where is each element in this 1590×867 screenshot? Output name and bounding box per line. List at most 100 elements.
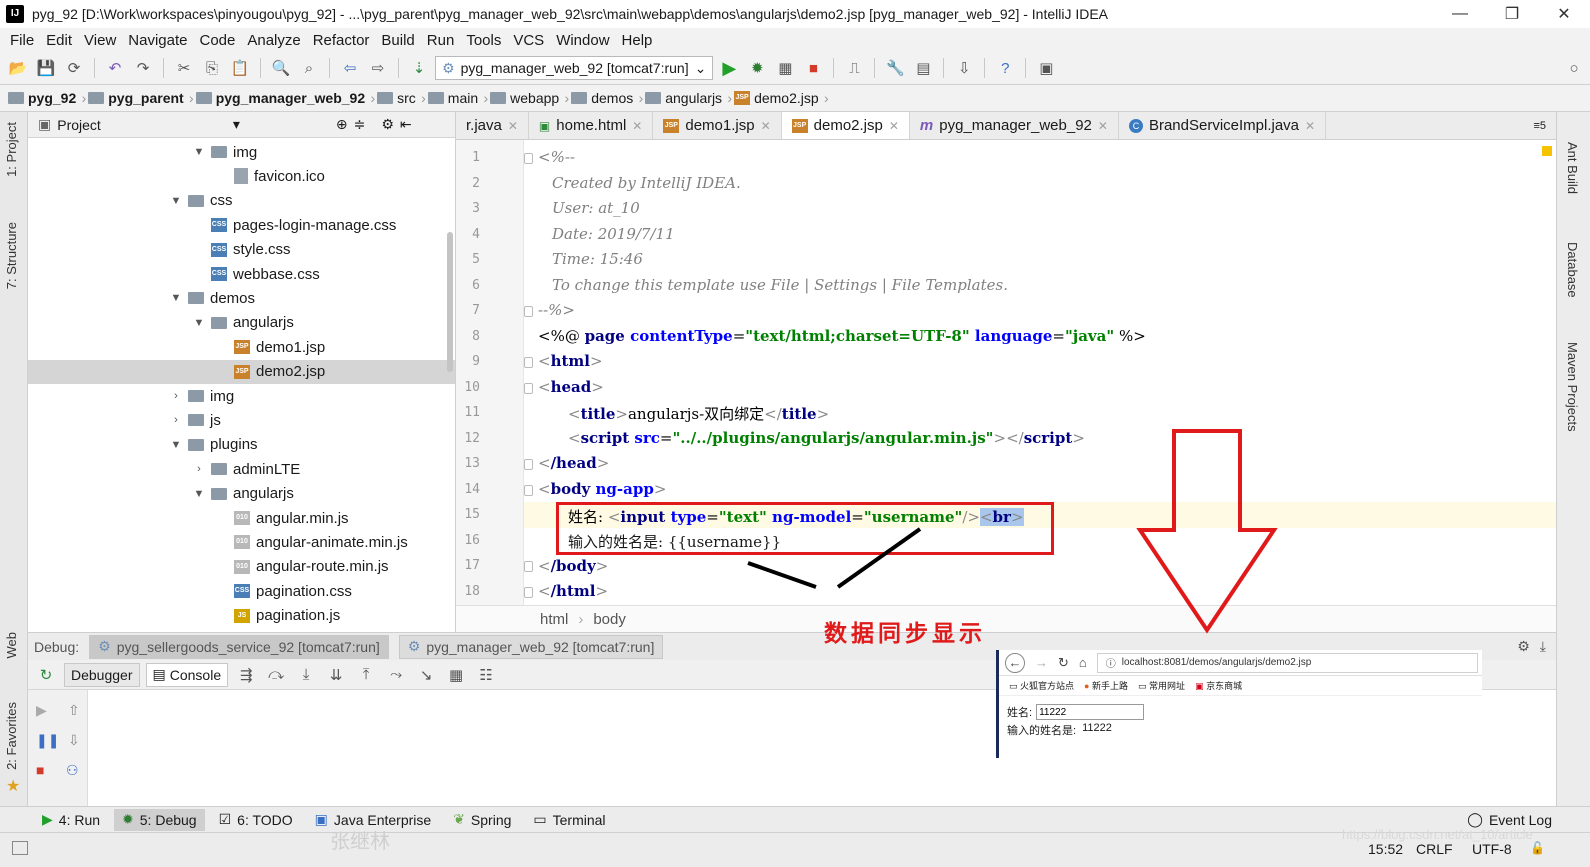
editor-crumb-html[interactable]: html bbox=[540, 611, 568, 628]
cut-icon[interactable]: ✂ bbox=[172, 56, 196, 80]
hide-panel-icon[interactable]: ⤓ bbox=[1540, 638, 1546, 655]
chevron-down-icon[interactable]: ▼ bbox=[170, 292, 182, 304]
coverage-icon[interactable]: ▦ bbox=[773, 56, 797, 80]
debug-icon[interactable]: ✹ bbox=[745, 56, 769, 80]
menu-window[interactable]: Window bbox=[556, 32, 609, 49]
resume-icon[interactable]: ▶ bbox=[36, 702, 47, 719]
step-over-icon[interactable]: ⤼ bbox=[264, 663, 288, 687]
debugger-tab[interactable]: Debugger bbox=[64, 662, 140, 687]
menu-help[interactable]: Help bbox=[622, 32, 653, 49]
menu-refactor[interactable]: Refactor bbox=[313, 32, 370, 49]
force-step-into-icon[interactable]: ⇊ bbox=[324, 663, 348, 687]
reload-icon[interactable]: ↻ bbox=[1058, 655, 1069, 671]
tree-file-item[interactable]: JS pagination.js bbox=[28, 604, 455, 628]
fold-marker-icon[interactable] bbox=[524, 382, 533, 394]
editor-tab[interactable]: JSP demo1.jsp ✕ bbox=[653, 112, 782, 139]
rerun-icon[interactable]: ↻ bbox=[34, 663, 58, 687]
breadcrumb-item[interactable]: webapp bbox=[490, 90, 571, 106]
run-icon[interactable]: ▶ bbox=[717, 56, 741, 80]
fold-marker-icon[interactable] bbox=[524, 484, 533, 496]
breadcrumb-item[interactable]: JSP demo2.jsp bbox=[734, 90, 831, 106]
evaluate-icon[interactable]: ▦ bbox=[444, 663, 468, 687]
help-icon[interactable]: ? bbox=[993, 56, 1017, 80]
warning-marker[interactable] bbox=[1542, 146, 1552, 156]
chevron-right-icon[interactable]: › bbox=[170, 390, 182, 402]
tree-file-item[interactable]: favicon.ico bbox=[28, 164, 455, 188]
sdk-icon[interactable]: ⇩ bbox=[952, 56, 976, 80]
name-input[interactable] bbox=[1036, 704, 1145, 720]
step-into-icon[interactable]: ⤓ bbox=[294, 663, 318, 687]
tree-file-item[interactable]: 010 angular-animate.min.js bbox=[28, 530, 455, 554]
chevron-right-icon[interactable]: › bbox=[193, 463, 205, 475]
tree-scrollbar[interactable] bbox=[447, 232, 453, 372]
gear-icon[interactable]: ⚙ bbox=[381, 116, 394, 133]
open-folder-icon[interactable]: 📂 bbox=[6, 56, 30, 80]
chevron-down-icon[interactable]: ▾ bbox=[233, 116, 240, 133]
fold-marker-icon[interactable] bbox=[524, 561, 533, 572]
bookmark-item[interactable]: ▭ 火狐官方站点 bbox=[1009, 679, 1074, 692]
close-icon[interactable]: ✕ bbox=[508, 119, 518, 133]
settings-icon[interactable]: 🔧 bbox=[883, 56, 907, 80]
maven-projects-tool-tab[interactable]: Maven Projects bbox=[1565, 342, 1580, 432]
tree-file-item[interactable]: CSS pagination.css bbox=[28, 579, 455, 603]
home-icon[interactable]: ⌂ bbox=[1079, 655, 1087, 670]
project-tool-tab[interactable]: 1: Project bbox=[4, 122, 19, 177]
breadcrumb-item[interactable]: pyg_parent bbox=[88, 90, 195, 106]
tree-file-item[interactable]: CSS pages-login-manage.css bbox=[28, 213, 455, 237]
close-icon[interactable]: ✕ bbox=[632, 119, 642, 133]
copy-icon[interactable]: ⎘ bbox=[200, 56, 224, 80]
chevron-down-icon[interactable]: ▼ bbox=[170, 195, 182, 207]
menu-build[interactable]: Build bbox=[381, 32, 414, 49]
tree-file-item[interactable]: JSP demo1.jsp bbox=[28, 335, 455, 359]
chevron-down-icon[interactable]: ▼ bbox=[193, 146, 205, 158]
trace-icon[interactable]: ☷ bbox=[474, 663, 498, 687]
chevron-down-icon[interactable]: ▼ bbox=[193, 317, 205, 329]
run-tool-tab[interactable]: ▶ 4: Run bbox=[34, 809, 108, 831]
breadcrumb-item[interactable]: pyg_manager_web_92 bbox=[195, 90, 377, 106]
tree-file-item[interactable]: CSS style.css bbox=[28, 238, 455, 262]
editor-tab[interactable]: C BrandServiceImpl.java ✕ bbox=[1119, 112, 1327, 139]
lock-icon[interactable]: 🔓 bbox=[1530, 841, 1545, 855]
tree-folder-item[interactable]: ▼ css bbox=[28, 189, 455, 213]
tool-windows-toggle-icon[interactable] bbox=[12, 841, 28, 855]
tree-folder-item[interactable]: ▼ img bbox=[28, 140, 455, 164]
tree-folder-item[interactable]: › adminLTE bbox=[28, 457, 455, 481]
stop-icon[interactable]: ■ bbox=[36, 762, 44, 778]
close-icon[interactable]: ✕ bbox=[889, 119, 899, 133]
back-arrow-icon[interactable]: ← bbox=[1005, 652, 1025, 673]
close-window-button[interactable]: ✕ bbox=[1538, 4, 1590, 24]
minimize-button[interactable]: — bbox=[1434, 5, 1486, 23]
find-icon[interactable]: 🔍 bbox=[269, 56, 293, 80]
replace-icon[interactable]: ⌕ bbox=[297, 56, 321, 80]
editor-tab[interactable]: r.java ✕ bbox=[456, 112, 529, 139]
up-icon[interactable]: ⇧ bbox=[68, 702, 80, 719]
debug-tool-tab[interactable]: ✹ 5: Debug bbox=[114, 808, 205, 831]
debug-session-tab[interactable]: ⚙ pyg_manager_web_92 [tomcat7:run] bbox=[398, 634, 664, 659]
fold-marker-icon[interactable] bbox=[524, 153, 533, 164]
breadcrumb-item[interactable]: main bbox=[427, 90, 490, 106]
stop-icon[interactable]: ■ bbox=[801, 56, 825, 80]
breadcrumb-item[interactable]: pyg_92 bbox=[8, 90, 88, 106]
search-everywhere-icon[interactable]: ○ bbox=[1562, 56, 1586, 80]
show-execution-point-icon[interactable]: ⇶ bbox=[234, 663, 258, 687]
editor-tab[interactable]: ▣ home.html ✕ bbox=[529, 112, 654, 139]
fold-marker-icon[interactable] bbox=[524, 586, 533, 598]
menu-code[interactable]: Code bbox=[199, 32, 235, 49]
line-separator[interactable]: CRLF bbox=[1416, 841, 1453, 857]
close-icon[interactable]: ✕ bbox=[761, 119, 771, 133]
back-icon[interactable]: ⇦ bbox=[338, 56, 362, 80]
step-out-icon[interactable]: ⤒ bbox=[354, 663, 378, 687]
editor-tab[interactable]: m pyg_manager_web_92 ✕ bbox=[910, 112, 1119, 139]
drop-frame-icon[interactable]: ⤳ bbox=[384, 663, 408, 687]
undo-icon[interactable]: ↶ bbox=[103, 56, 127, 80]
caret-position[interactable]: 15:52 bbox=[1368, 841, 1403, 857]
tree-folder-item[interactable]: ▼ plugins bbox=[28, 433, 455, 457]
menu-navigate[interactable]: Navigate bbox=[128, 32, 187, 49]
star-icon[interactable]: ★ bbox=[6, 776, 20, 796]
locate-icon[interactable]: ⊕ bbox=[336, 116, 348, 133]
hide-icon[interactable]: ⇤ bbox=[400, 116, 412, 133]
fold-marker-icon[interactable] bbox=[524, 459, 533, 470]
structure-tool-tab[interactable]: 7: Structure bbox=[4, 222, 19, 289]
database-tool-tab[interactable]: Database bbox=[1565, 242, 1580, 298]
menu-analyze[interactable]: Analyze bbox=[247, 32, 300, 49]
